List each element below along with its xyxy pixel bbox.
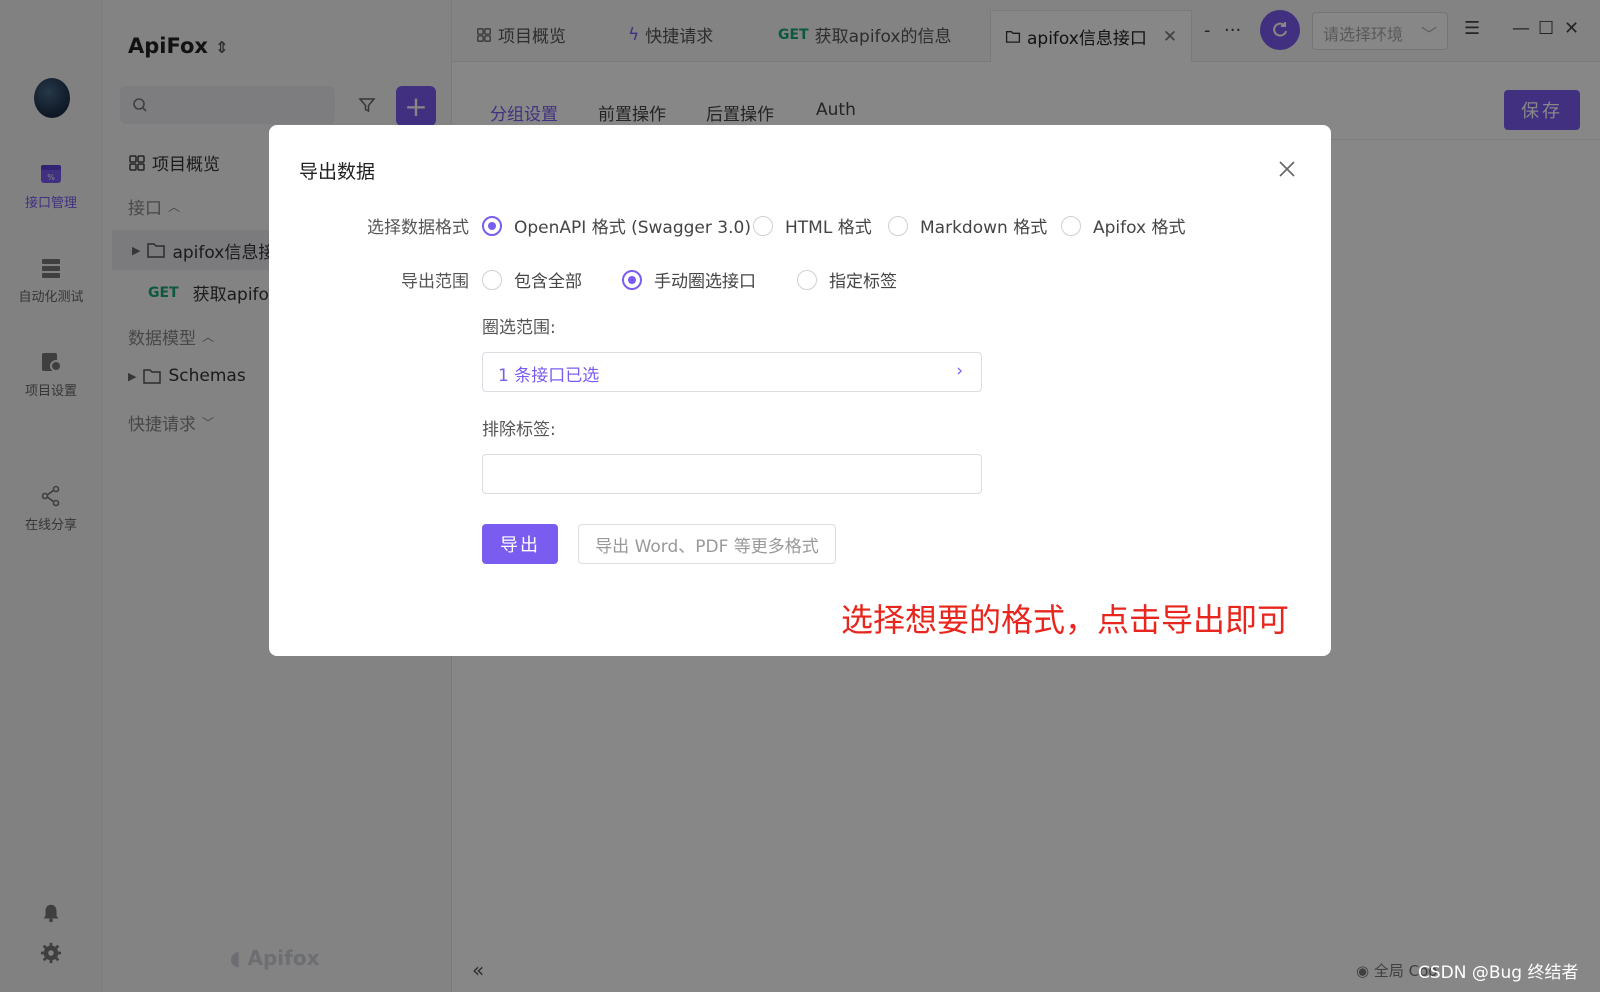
radio-label: 包含全部 (514, 272, 582, 292)
radio-label: Apifox 格式 (1093, 218, 1186, 238)
radio-icon (888, 215, 908, 236)
scope-tags-radio[interactable]: 指定标签 (797, 267, 897, 292)
radio-label: Markdown 格式 (920, 218, 1048, 238)
radio-icon (1061, 215, 1081, 236)
more-formats-button[interactable]: 导出 Word、PDF 等更多格式 (578, 524, 836, 564)
scope-all-radio[interactable]: 包含全部 (482, 267, 582, 292)
radio-label: HTML 格式 (785, 218, 872, 238)
radio-icon (482, 269, 502, 290)
radio-label: 手动圈选接口 (654, 272, 756, 292)
export-button[interactable]: 导出 (482, 524, 558, 564)
format-markdown-radio[interactable]: Markdown 格式 (888, 213, 1047, 238)
radio-icon (797, 269, 817, 290)
annotation-text: 选择想要的格式，点击导出即可 (840, 601, 1289, 639)
range-picker[interactable]: 1 条接口已选 › (482, 352, 982, 392)
radio-label: OpenAPI 格式 (Swagger 3.0) (514, 218, 751, 238)
exclude-tags-label: 排除标签: (482, 420, 556, 440)
close-icon[interactable] (1277, 159, 1297, 179)
export-dialog: 导出数据 选择数据格式 OpenAPI 格式 (Swagger 3.0) HTM… (269, 125, 1331, 656)
radio-icon (753, 215, 773, 236)
format-openapi-radio[interactable]: OpenAPI 格式 (Swagger 3.0) (482, 213, 751, 238)
range-label: 圈选范围: (482, 318, 556, 338)
format-apifox-radio[interactable]: Apifox 格式 (1061, 213, 1185, 238)
format-label: 选择数据格式 (367, 218, 469, 238)
format-html-radio[interactable]: HTML 格式 (753, 213, 872, 238)
scope-manual-radio[interactable]: 手动圈选接口 (622, 267, 756, 292)
radio-icon (482, 215, 502, 236)
radio-icon (622, 269, 642, 290)
csdn-watermark: CSDN @Bug 终结者 (1418, 963, 1579, 983)
dialog-title: 导出数据 (299, 161, 376, 183)
chevron-right-icon: › (956, 361, 963, 381)
range-value: 1 条接口已选 (498, 366, 600, 386)
exclude-tags-input[interactable] (482, 454, 982, 494)
scope-label: 导出范围 (401, 272, 469, 292)
radio-label: 指定标签 (829, 272, 897, 292)
